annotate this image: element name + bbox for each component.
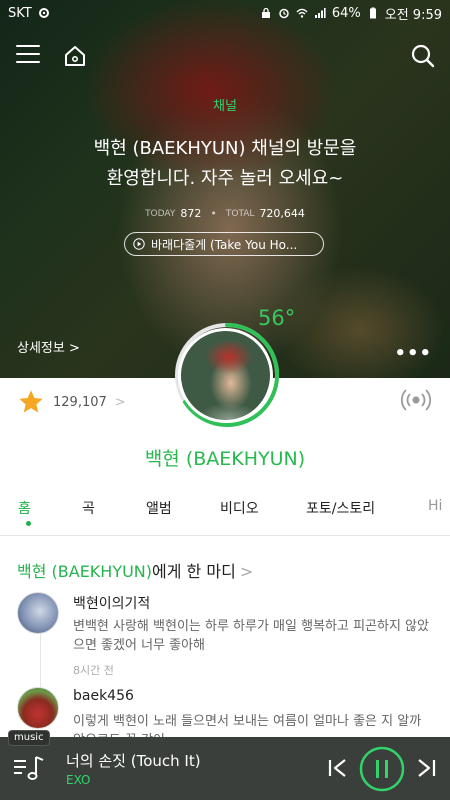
artist-name: 백현 (BAEKHYUN) <box>144 448 306 470</box>
artist-avatar[interactable] <box>178 328 273 423</box>
today-label: TODAY <box>145 208 176 219</box>
tab-photo-story[interactable]: 포토/스토리 <box>306 488 390 535</box>
comment-text: 변백현 사랑해 백현이는 하루 하루가 매일 행복하고 피곤하지 않았으면 좋겠… <box>73 619 429 653</box>
player-song-title: 너의 손짓 (Touch It) <box>66 752 201 770</box>
headline-line-1: 백현 (BAEKHYUN) 채널의 방문을 <box>93 138 357 159</box>
commenter-avatar[interactable] <box>17 592 59 634</box>
tab-songs-label: 곡 <box>82 501 95 517</box>
visitor-counts: TODAY 872 • TOTAL 720,644 <box>0 207 450 220</box>
tab-photo-story-label: 포토/스토리 <box>306 501 376 517</box>
separator-dot: • <box>210 207 217 220</box>
carrier-label: SKT <box>8 5 32 21</box>
broadcast-icon[interactable] <box>400 384 432 416</box>
pause-icon[interactable] <box>358 745 406 793</box>
tab-videos-label: 비디오 <box>220 501 259 517</box>
tab-home[interactable]: 홈 <box>18 488 38 535</box>
battery-percent: 64% <box>331 5 361 21</box>
active-tab-indicator <box>26 521 31 526</box>
temperature-value: 56° <box>258 306 296 330</box>
headline-line-2: 환영합니다. 자주 놀러 오세요~ <box>106 168 344 189</box>
status-bar: SKT 64% 오전 9:59 <box>0 0 450 26</box>
battery-icon <box>369 7 376 19</box>
star-icon <box>19 390 43 413</box>
playlist-music-icon[interactable] <box>12 751 46 785</box>
tab-videos[interactable]: 비디오 <box>220 488 270 535</box>
music-tag: music <box>8 730 50 746</box>
sync-icon <box>38 8 49 18</box>
next-icon[interactable] <box>415 756 437 780</box>
welcome-headline: 백현 (BAEKHYUN) 채널의 방문을 환영합니다. 자주 놀러 오세요~ <box>0 134 450 194</box>
tab-hi-label: Hi <box>428 498 443 514</box>
mini-player[interactable]: music 너의 손짓 (Touch It) EXO <box>0 730 450 800</box>
comment-time: 8시간 전 <box>73 664 114 677</box>
menu-icon[interactable] <box>16 45 40 65</box>
alarm-icon <box>279 8 289 19</box>
top-nav <box>0 40 450 74</box>
commenter-avatar[interactable] <box>17 687 59 729</box>
tab-albums[interactable]: 앨범 <box>146 488 186 535</box>
comments-title-artist: 백현 (BAEKHYUN) <box>17 562 153 581</box>
comment-item[interactable]: 백현이의기적 변백현 사랑해 백현이는 하루 하루가 매일 행복하고 피곤하지 … <box>17 592 437 682</box>
comments-header[interactable]: 백현 (BAEKHYUN)에게 한 마디 > <box>17 558 253 582</box>
comments-title-text: 에게 한 마디 <box>152 562 236 581</box>
lock-icon <box>261 7 270 18</box>
comments-section: 백현 (BAEKHYUN)에게 한 마디 > 백현이의기적 변백현 사랑해 백현이… <box>0 537 450 749</box>
tab-songs[interactable]: 곡 <box>82 488 102 535</box>
now-playing-title: 바래다줄게 (Take You Ho... <box>151 237 298 252</box>
likes-chevron: > <box>114 394 126 410</box>
channel-label: 채널 <box>213 99 237 114</box>
total-count: 720,644 <box>259 207 305 220</box>
detail-info-link[interactable]: 상세정보 > <box>17 337 80 356</box>
total-label: TOTAL <box>225 208 255 219</box>
likes-count: 129,107 <box>53 394 107 410</box>
home-icon[interactable] <box>62 43 88 69</box>
now-playing-pill[interactable]: 바래다줄게 (Take You Ho... <box>124 232 324 256</box>
search-icon[interactable] <box>410 43 436 69</box>
play-icon <box>133 238 145 250</box>
tab-home-label: 홈 <box>18 501 31 517</box>
more-icon[interactable]: ••• <box>394 343 432 364</box>
likes-counter[interactable]: 129,107 > <box>17 388 126 416</box>
player-artist: EXO <box>66 773 91 787</box>
previous-icon[interactable] <box>327 756 349 780</box>
signal-icon <box>314 8 326 18</box>
today-count: 872 <box>180 207 202 220</box>
wifi-icon <box>296 8 308 18</box>
tab-albums-label: 앨범 <box>146 501 172 517</box>
tab-hi[interactable]: Hi <box>428 488 448 535</box>
comments-chevron: > <box>239 562 254 581</box>
channel-tabs: 홈 곡 앨범 비디오 포토/스토리 Hi <box>0 488 450 536</box>
commenter-name[interactable]: baek456 <box>73 688 134 704</box>
clock: 오전 9:59 <box>384 7 442 23</box>
commenter-name[interactable]: 백현이의기적 <box>73 593 150 613</box>
